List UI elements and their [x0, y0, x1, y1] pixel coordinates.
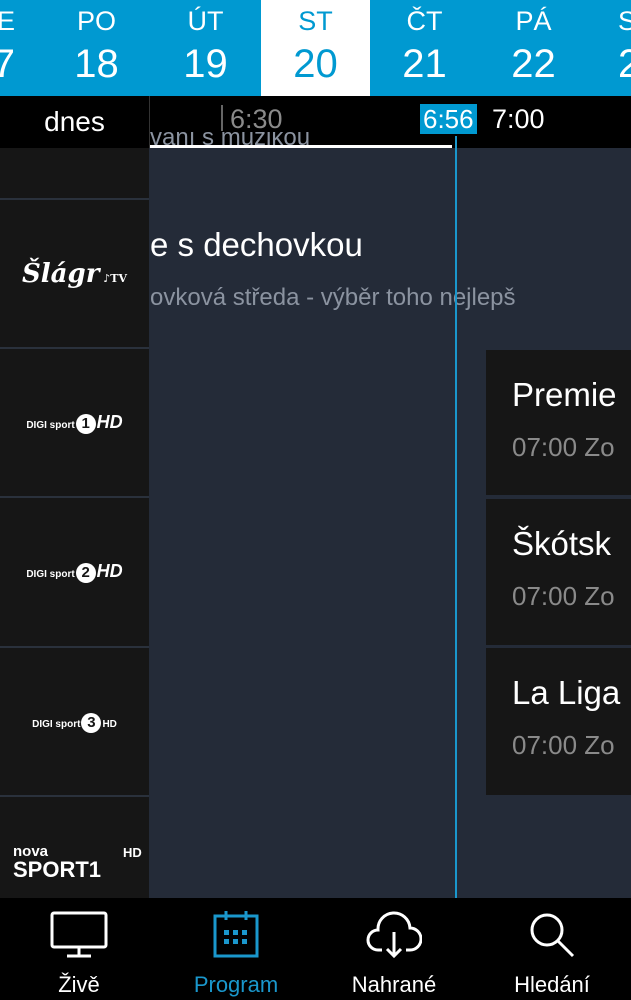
channel-list: Šlágr ♪TV DIGI sport 1 HD DIGI sport 2 HD DI… — [0, 148, 149, 898]
search-icon — [530, 913, 575, 958]
today-button[interactable]: dnes — [0, 96, 150, 148]
channel-logo: nova HD SPORT1 — [13, 842, 142, 882]
program-description: ovková středa - výběr toho nejlepš — [150, 284, 516, 311]
time-tick — [221, 105, 223, 131]
calendar-icon — [213, 911, 259, 958]
channel-digi-sport-3[interactable]: DIGI sport 3 HD — [0, 648, 149, 795]
program-description: vání s muzikou — [150, 132, 311, 148]
nav-search[interactable]: Hledání — [477, 898, 627, 1000]
time-label: 7:00 — [492, 104, 545, 134]
channel-logo: DIGI sport 3 HD — [32, 712, 117, 733]
channel-logo: DIGI sport 1 HD — [26, 411, 123, 434]
nav-recorded[interactable]: Nahrané — [319, 898, 469, 1000]
current-time-line — [455, 136, 457, 898]
channel-logo: DIGI sport 2 HD — [26, 561, 123, 583]
channel-digi-sport-1[interactable]: DIGI sport 1 HD — [0, 349, 149, 496]
bottom-navigation: Živě Program Nahrané Hledání — [0, 898, 631, 1000]
channel-slagr-tv[interactable]: Šlágr ♪TV — [0, 200, 149, 347]
date-item-selected[interactable]: ST 20 — [261, 0, 370, 96]
date-selector: E7 PO 18 ÚT 19 ST 20 ČT 21 PÁ 22 S2 — [0, 0, 631, 96]
date-item[interactable]: PÁ 22 — [479, 0, 588, 96]
date-item[interactable]: ÚT 19 — [151, 0, 260, 96]
channel-logo: Šlágr ♪TV — [22, 258, 127, 289]
time-label: 6:30 — [230, 104, 283, 134]
program-title[interactable]: e s dechovkou — [150, 226, 631, 264]
date-item[interactable]: PO 18 — [42, 0, 151, 96]
current-time-badge: 6:56 — [420, 104, 477, 134]
program-card[interactable]: Škótsk 07:00 Zo — [486, 499, 631, 645]
program-card[interactable]: Premie 07:00 Zo — [486, 350, 631, 495]
timeline-bar: dnes 6:30 6:56 7:00 — [0, 96, 631, 148]
date-item[interactable]: S2 — [618, 0, 631, 96]
channel-digi-sport-2[interactable]: DIGI sport 2 HD — [0, 498, 149, 646]
cloud-download-icon — [366, 911, 422, 959]
nav-live[interactable]: Živě — [4, 898, 154, 1000]
tv-icon — [50, 911, 108, 958]
program-card[interactable]: La Liga 07:00 Zo — [486, 648, 631, 795]
channel-nova-sport-1[interactable]: nova HD SPORT1 — [0, 797, 149, 898]
channel-row[interactable] — [0, 148, 149, 198]
nav-program[interactable]: Program — [161, 898, 311, 1000]
date-item[interactable]: E7 — [0, 0, 15, 96]
date-item[interactable]: ČT 21 — [370, 0, 479, 96]
